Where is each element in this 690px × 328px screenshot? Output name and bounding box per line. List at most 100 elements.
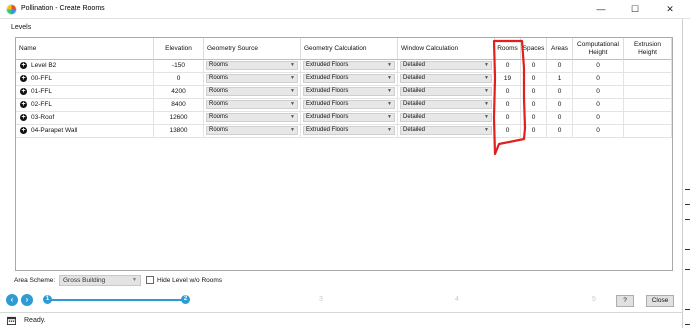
geometry-source-select[interactable]: Rooms ▼ bbox=[206, 61, 298, 70]
window-calculation-select[interactable]: Detailed ▼ bbox=[400, 74, 492, 83]
spaces-cell[interactable]: 0 bbox=[521, 112, 547, 125]
step-2[interactable]: 2 bbox=[181, 295, 190, 304]
column-header-spaces[interactable]: Spaces bbox=[521, 38, 547, 60]
expand-plus-icon[interactable]: + bbox=[20, 75, 27, 82]
computational-height-cell[interactable]: 0 bbox=[573, 125, 624, 138]
rooms-cell[interactable]: 0 bbox=[495, 60, 521, 73]
back-arrow-button[interactable]: ‹ bbox=[6, 294, 18, 306]
geometry-calculation-select[interactable]: Extruded Floors ▼ bbox=[303, 113, 395, 122]
geometry-source-select[interactable]: Rooms ▼ bbox=[206, 74, 298, 83]
chevron-down-icon: ▼ bbox=[387, 127, 392, 133]
maximize-button[interactable]: ☐ bbox=[620, 0, 650, 19]
geometry-calculation-select[interactable]: Extruded Floors ▼ bbox=[303, 126, 395, 135]
column-header-elevation[interactable]: Elevation bbox=[154, 38, 204, 60]
geometry-source-select[interactable]: Rooms ▼ bbox=[206, 87, 298, 96]
extrusion-height-cell[interactable] bbox=[624, 60, 672, 73]
name-cell[interactable]: +04-Parapet Wall bbox=[16, 125, 154, 138]
window-calculation-select[interactable]: Detailed ▼ bbox=[400, 100, 492, 109]
levels-group-label: Levels bbox=[11, 24, 32, 31]
extrusion-height-cell[interactable] bbox=[624, 73, 672, 86]
select-value: Rooms bbox=[209, 75, 229, 81]
computational-height-cell[interactable]: 0 bbox=[573, 60, 624, 73]
computational-height-cell[interactable]: 0 bbox=[573, 99, 624, 112]
spaces-cell[interactable]: 0 bbox=[521, 99, 547, 112]
areas-cell[interactable]: 0 bbox=[547, 125, 573, 138]
rooms-cell[interactable]: 19 bbox=[495, 73, 521, 86]
areas-cell[interactable]: 0 bbox=[547, 112, 573, 125]
column-header-rooms[interactable]: Rooms bbox=[495, 38, 521, 60]
elevation-cell[interactable]: 0 bbox=[154, 73, 204, 86]
column-header-computational-height[interactable]: Computational Height bbox=[573, 38, 624, 60]
areas-cell[interactable]: 0 bbox=[547, 86, 573, 99]
step-4[interactable]: 4 bbox=[455, 296, 459, 303]
computational-height-cell[interactable]: 0 bbox=[573, 112, 624, 125]
step-5[interactable]: 5 bbox=[592, 296, 596, 303]
select-cell: Detailed ▼ bbox=[398, 60, 495, 73]
name-cell[interactable]: +03-Roof bbox=[16, 112, 154, 125]
areas-cell[interactable]: 1 bbox=[547, 73, 573, 86]
expand-plus-icon[interactable]: + bbox=[20, 62, 27, 69]
area-scheme-select[interactable]: Gross Building ▼ bbox=[59, 275, 141, 286]
forward-arrow-button[interactable]: › bbox=[21, 294, 33, 306]
geometry-calculation-select[interactable]: Extruded Floors ▼ bbox=[303, 61, 395, 70]
levels-grid[interactable]: Name Elevation Geometry Source Geometry … bbox=[15, 37, 673, 271]
name-cell[interactable]: +01-FFL bbox=[16, 86, 154, 99]
select-cell: Rooms ▼ bbox=[204, 112, 301, 125]
close-button[interactable]: Close bbox=[646, 295, 674, 307]
rooms-cell[interactable]: 0 bbox=[495, 99, 521, 112]
rooms-cell[interactable]: 0 bbox=[495, 112, 521, 125]
elevation-cell[interactable]: -150 bbox=[154, 60, 204, 73]
step-1[interactable]: 1 bbox=[43, 295, 52, 304]
expand-plus-icon[interactable]: + bbox=[20, 88, 27, 95]
window-calculation-select[interactable]: Detailed ▼ bbox=[400, 113, 492, 122]
geometry-calculation-select[interactable]: Extruded Floors ▼ bbox=[303, 74, 395, 83]
areas-cell[interactable]: 0 bbox=[547, 60, 573, 73]
spaces-cell[interactable]: 0 bbox=[521, 86, 547, 99]
column-header-window-calculation[interactable]: Window Calculation bbox=[398, 38, 495, 60]
expand-plus-icon[interactable]: + bbox=[20, 101, 27, 108]
geometry-calculation-select[interactable]: Extruded Floors ▼ bbox=[303, 87, 395, 96]
column-header-geometry-calculation[interactable]: Geometry Calculation bbox=[301, 38, 398, 60]
select-value: Rooms bbox=[209, 114, 229, 120]
spaces-cell[interactable]: 0 bbox=[521, 125, 547, 138]
rooms-cell[interactable]: 0 bbox=[495, 125, 521, 138]
column-header-geometry-source[interactable]: Geometry Source bbox=[204, 38, 301, 60]
window-calculation-select[interactable]: Detailed ▼ bbox=[400, 87, 492, 96]
elevation-cell[interactable]: 13800 bbox=[154, 125, 204, 138]
rooms-cell[interactable]: 0 bbox=[495, 86, 521, 99]
minimize-button[interactable]: — bbox=[586, 0, 616, 19]
column-header-name[interactable]: Name bbox=[16, 38, 154, 60]
extrusion-height-cell[interactable] bbox=[624, 125, 672, 138]
expand-plus-icon[interactable]: + bbox=[20, 127, 27, 134]
elevation-cell[interactable]: 12600 bbox=[154, 112, 204, 125]
window-calculation-select[interactable]: Detailed ▼ bbox=[400, 61, 492, 70]
geometry-source-select[interactable]: Rooms ▼ bbox=[206, 113, 298, 122]
geometry-source-select[interactable]: Rooms ▼ bbox=[206, 100, 298, 109]
level-name: 02-FFL bbox=[31, 101, 52, 108]
elevation-cell[interactable]: 8400 bbox=[154, 99, 204, 112]
extrusion-height-cell[interactable] bbox=[624, 86, 672, 99]
column-header-areas[interactable]: Areas bbox=[547, 38, 573, 60]
extrusion-height-cell[interactable] bbox=[624, 112, 672, 125]
spaces-cell[interactable]: 0 bbox=[521, 73, 547, 86]
geometry-calculation-select[interactable]: Extruded Floors ▼ bbox=[303, 100, 395, 109]
expand-plus-icon[interactable]: + bbox=[20, 114, 27, 121]
elevation-cell[interactable]: 4200 bbox=[154, 86, 204, 99]
hide-level-checkbox[interactable] bbox=[146, 276, 154, 284]
close-window-button[interactable]: ✕ bbox=[655, 0, 685, 19]
help-button[interactable]: ? bbox=[616, 295, 634, 307]
window-calculation-select[interactable]: Detailed ▼ bbox=[400, 126, 492, 135]
name-cell[interactable]: + Level B2 bbox=[16, 60, 154, 73]
select-cell: Detailed ▼ bbox=[398, 73, 495, 86]
step-3[interactable]: 3 bbox=[319, 296, 323, 303]
spaces-cell[interactable]: 0 bbox=[521, 60, 547, 73]
computational-height-cell[interactable]: 0 bbox=[573, 86, 624, 99]
name-cell[interactable]: +02-FFL bbox=[16, 99, 154, 112]
computational-height-cell[interactable]: 0 bbox=[573, 73, 624, 86]
select-value: Detailed bbox=[403, 114, 426, 120]
column-header-extrusion-height[interactable]: Extrusion Height bbox=[624, 38, 672, 60]
geometry-source-select[interactable]: Rooms ▼ bbox=[206, 126, 298, 135]
areas-cell[interactable]: 0 bbox=[547, 99, 573, 112]
extrusion-height-cell[interactable] bbox=[624, 99, 672, 112]
name-cell[interactable]: +00-FFL bbox=[16, 73, 154, 86]
